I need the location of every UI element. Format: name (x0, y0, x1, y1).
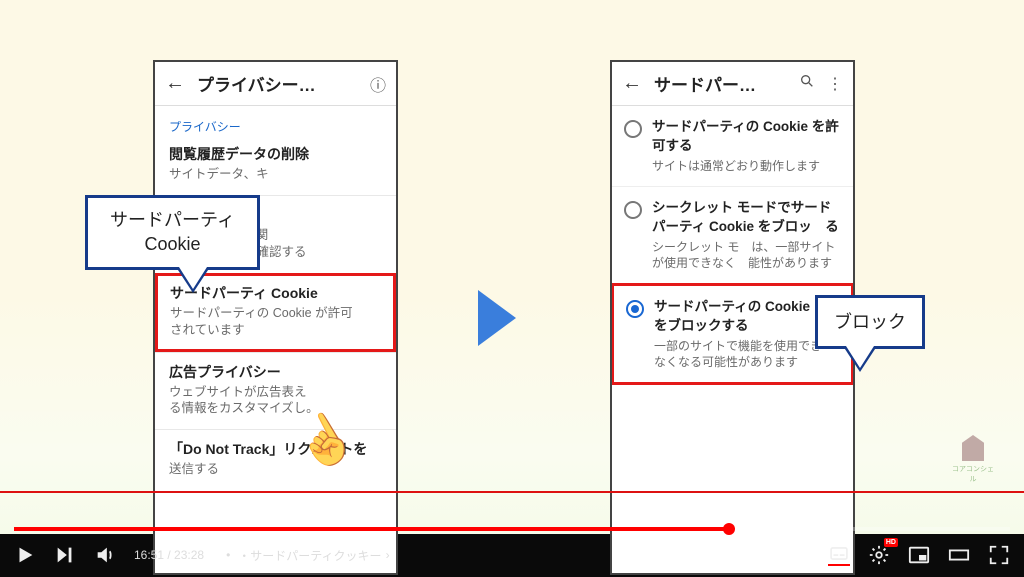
callout-third-party-cookie: サードパーティ Cookie (85, 195, 260, 270)
phone-screen-privacy: ← プライバシー… ⓘ プライバシー 閲覧履歴データの削除 サイトデータ、キ ガ… (153, 60, 398, 575)
item-title: 閲覧履歴データの削除 (169, 145, 382, 164)
next-button[interactable] (54, 544, 76, 566)
radio-icon (624, 120, 642, 138)
option-title: シークレット モードでサードパーティ Cookie をブロッ る (652, 199, 841, 237)
item-sub: ウェブサイトが広告表え る情報をカスタマイズし。 (169, 384, 382, 418)
watermark-logo-icon (962, 435, 984, 461)
text: ブロック (834, 312, 906, 332)
volume-button[interactable] (94, 544, 116, 566)
item-sub: サイトデータ、キ (169, 166, 382, 183)
video-frame: ← プライバシー… ⓘ プライバシー 閲覧履歴データの削除 サイトデータ、キ ガ… (0, 0, 1024, 534)
section-label-privacy: プライバシー (155, 106, 396, 141)
list-item-do-not-track[interactable]: 「Do Not Track」リクエストを 送信する (155, 429, 396, 490)
option-sub: 一部のサイトで機能を使用できなくなる可能性があります (654, 338, 824, 370)
item-title: 広告プライバシー (169, 363, 382, 382)
line2: されています (170, 323, 245, 337)
more-vert-icon[interactable]: ⋮ (827, 74, 843, 94)
play-button[interactable] (14, 544, 36, 566)
radio-checked-icon (626, 300, 644, 318)
radio-option-incognito-block[interactable]: シークレット モードでサードパーティ Cookie をブロッ る シークレット … (612, 186, 853, 283)
radio-icon (624, 201, 642, 219)
option-title: サードパーティの Cookie をブロックする (654, 298, 824, 336)
option-sub: サイトは通常どおり動作します (652, 158, 841, 174)
time-display: 16:51 / 23:28 (134, 548, 204, 562)
screen-title: サードパー… (654, 71, 787, 96)
option-sub: シークレット モ は、一部サイト が使用できなく 能性があります (652, 239, 841, 271)
back-arrow-icon[interactable]: ← (165, 72, 185, 95)
list-item-clear-data[interactable]: 閲覧履歴データの削除 サイトデータ、キ (155, 141, 396, 195)
list-item-ad-privacy[interactable]: 広告プライバシー ウェブサイトが広告表え る情報をカスタマイズし。 (155, 352, 396, 430)
option-title: サードパーティの Cookie を許可する (652, 118, 841, 156)
watermark-text: コアコンシェル (952, 464, 994, 484)
help-icon[interactable]: ⓘ (370, 72, 386, 96)
fullscreen-button[interactable] (988, 544, 1010, 566)
subtitles-button[interactable] (828, 544, 850, 566)
line2: Cookie (144, 234, 200, 254)
radio-option-allow[interactable]: サードパーティの Cookie を許可する サイトは通常どおり動作します (612, 106, 853, 186)
line1: サードパーティの Cookie が許可 (170, 306, 353, 320)
item-sub: 送信する (169, 461, 382, 478)
titlebar: ← サードパー… ⋮ (612, 62, 853, 106)
channel-watermark[interactable]: コアコンシェル (952, 435, 994, 484)
current-time: 16:51 (134, 548, 164, 562)
callout-block: ブロック (815, 295, 925, 349)
overlay-redline (0, 491, 1024, 493)
search-icon[interactable] (799, 73, 815, 94)
chapter-button[interactable]: • ・サードパーティクッキー › (222, 547, 389, 564)
arrow-right-icon (478, 290, 516, 346)
line1: サードパーティ (110, 210, 235, 230)
chevron-right-icon: › (386, 548, 390, 562)
line1: ウェブサイトが広告表え (169, 385, 307, 399)
player-controls: 16:51 / 23:28 • ・サードパーティクッキー › (0, 533, 1024, 577)
seek-played (14, 527, 729, 531)
separator: • (226, 548, 230, 562)
line2: る情報をカスタマイズし。 (169, 401, 319, 415)
settings-button[interactable] (868, 544, 890, 566)
total-time: 23:28 (174, 548, 204, 562)
theater-button[interactable] (948, 544, 970, 566)
back-arrow-icon[interactable]: ← (622, 72, 642, 95)
miniplayer-button[interactable] (908, 544, 930, 566)
titlebar: ← プライバシー… ⓘ (155, 62, 396, 106)
chapter-name: ・サードパーティクッキー (238, 547, 381, 564)
seek-bar[interactable] (14, 527, 1010, 531)
item-sub: サードパーティの Cookie が許可 されています (170, 305, 381, 339)
screen-title: プライバシー… (197, 71, 358, 96)
